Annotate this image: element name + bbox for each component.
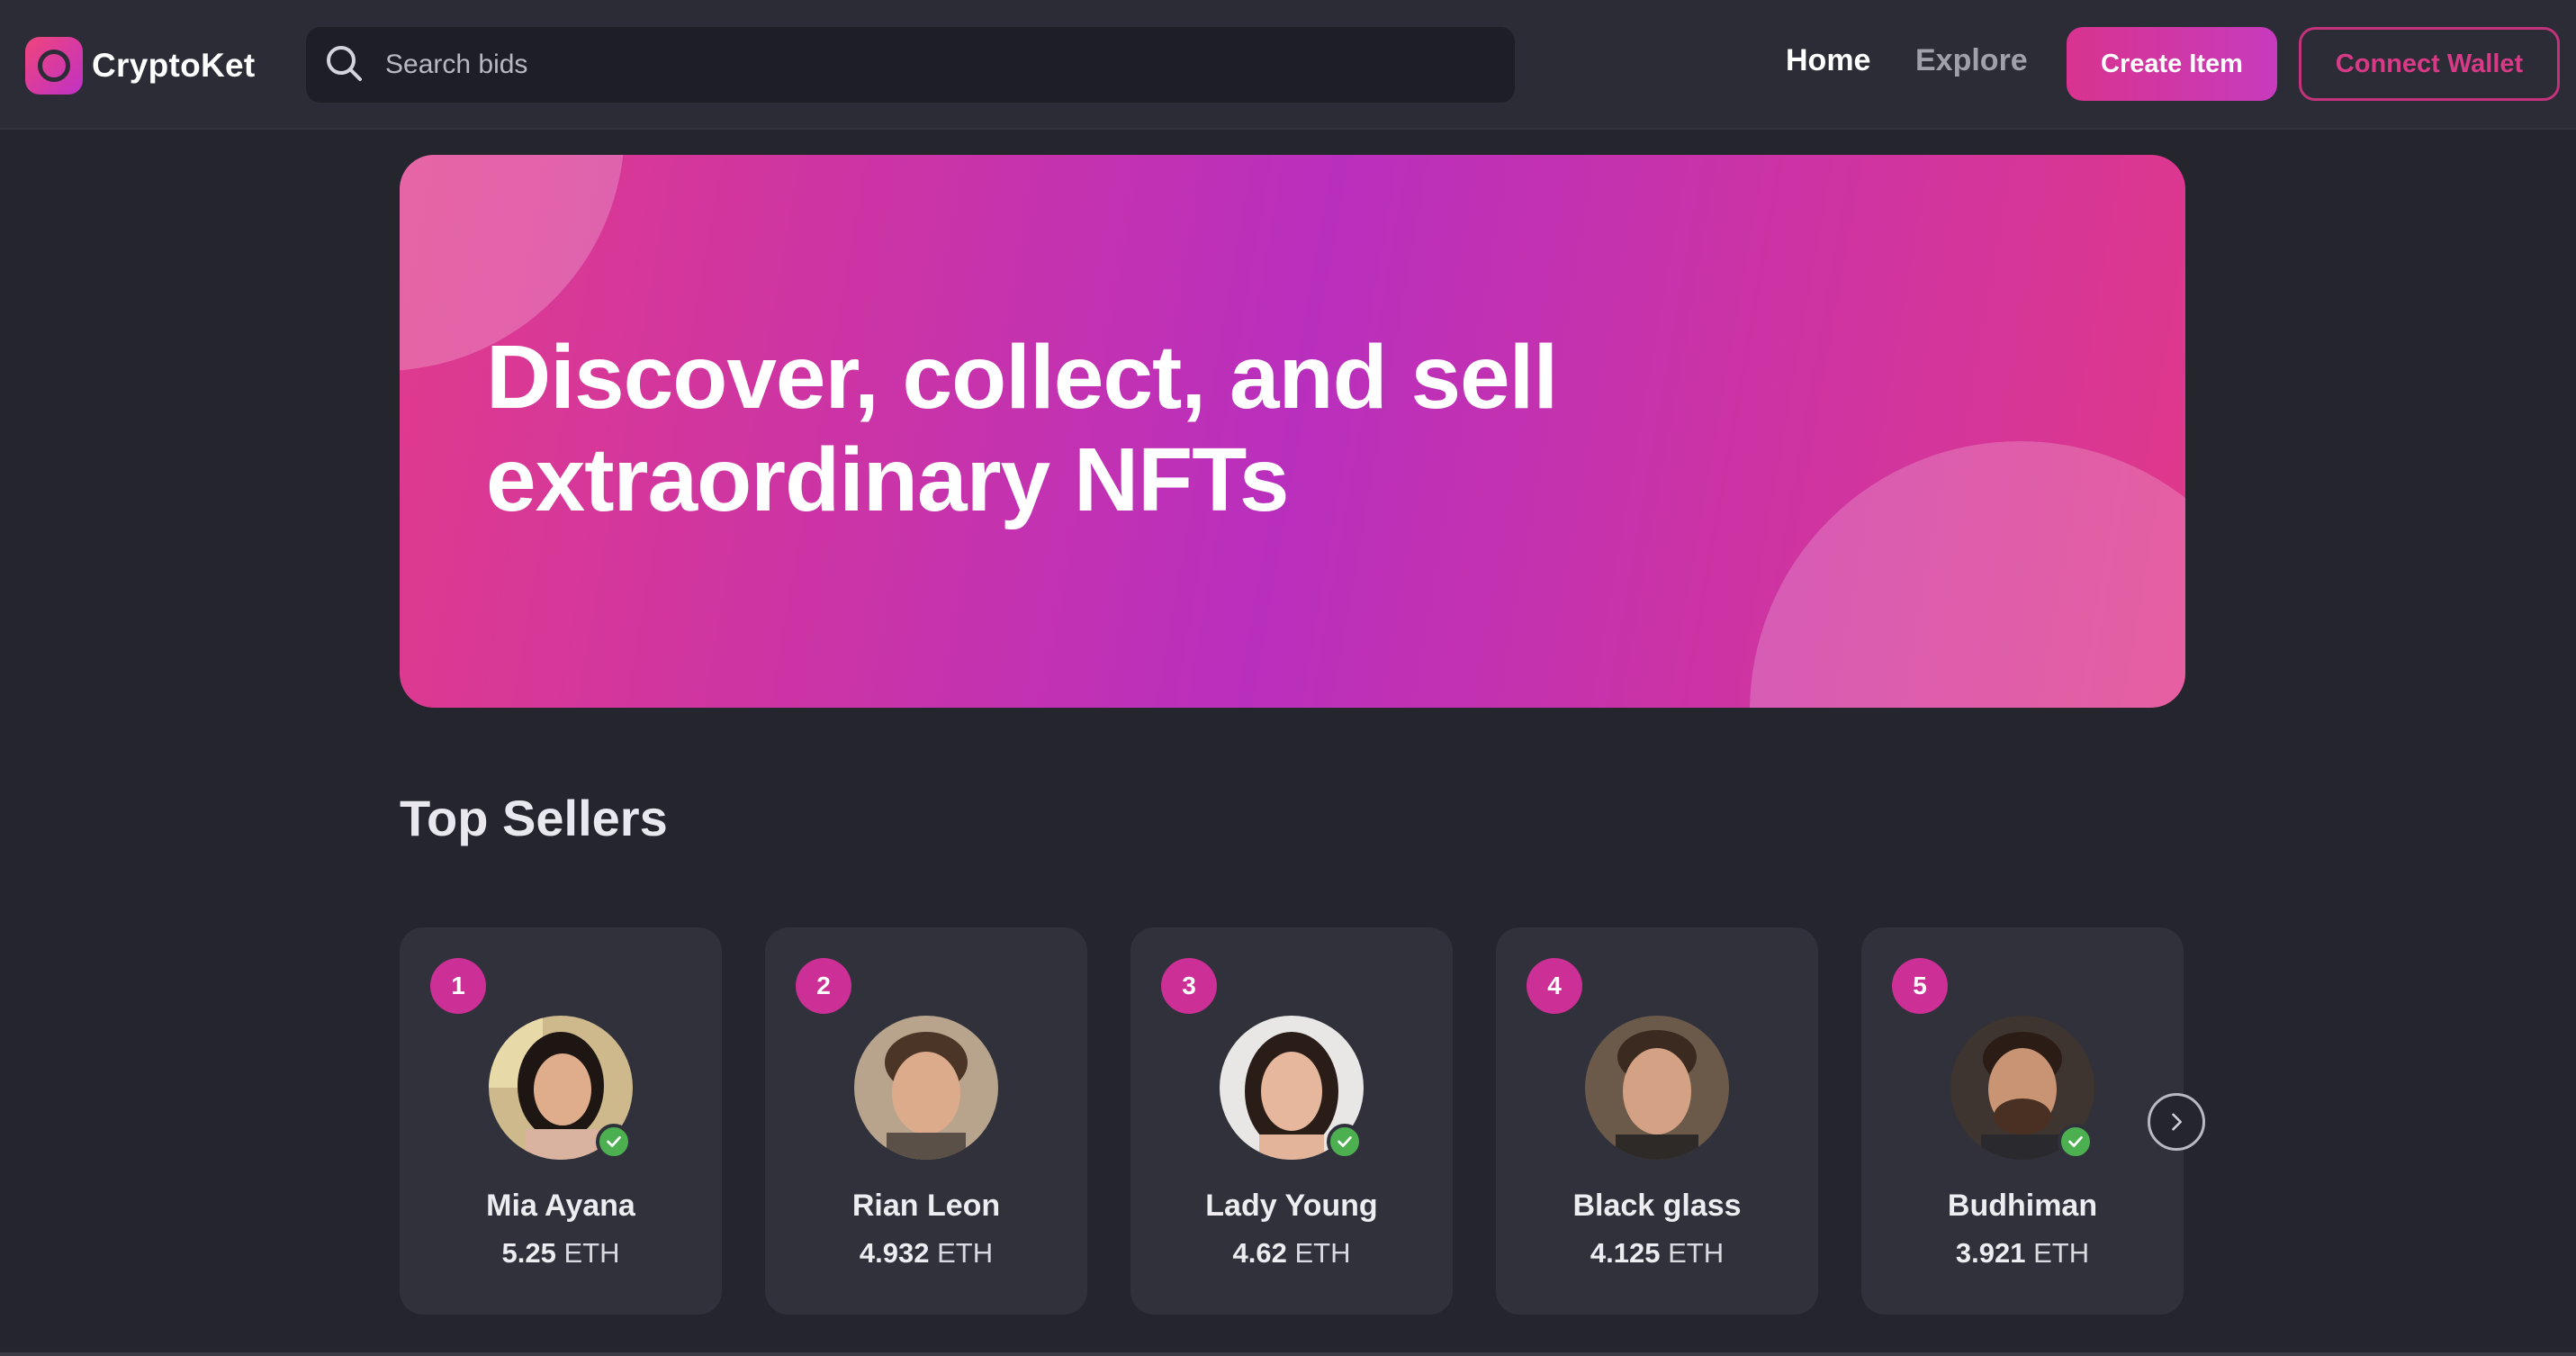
search-icon [322, 41, 365, 89]
search-input[interactable] [383, 49, 1464, 81]
seller-card[interactable]: 4 Black glass 4.125 ETH [1496, 927, 1818, 1315]
avatar [1585, 1016, 1729, 1160]
amount-currency: ETH [2033, 1237, 2090, 1269]
verified-badge-icon [596, 1124, 632, 1160]
rank-badge: 4 [1527, 958, 1582, 1014]
search-bar[interactable] [306, 27, 1515, 103]
seller-name: Mia Ayana [486, 1189, 635, 1223]
amount-value: 5.25 [501, 1237, 556, 1269]
rank-badge: 1 [430, 958, 486, 1014]
connect-wallet-button[interactable]: Connect Wallet [2299, 27, 2560, 101]
hero-title-line-2: extraordinary NFTs [486, 429, 1290, 530]
window-bottom-edge [0, 1352, 2576, 1356]
verified-badge-icon [1327, 1124, 1363, 1160]
seller-card[interactable]: 2 Rian Leon 4.932 ETH [765, 927, 1087, 1315]
top-sellers-list: 1 Mia Ayana 5.25 ETH 2 Rian Leon 4.932 E… [400, 927, 2185, 1315]
brand-name: CryptoKet [92, 47, 256, 84]
amount-value: 4.62 [1232, 1237, 1287, 1269]
seller-amount: 4.125 ETH [1496, 1237, 1818, 1270]
seller-amount: 4.62 ETH [1130, 1237, 1453, 1270]
seller-amount: 4.932 ETH [765, 1237, 1087, 1270]
seller-card[interactable]: 1 Mia Ayana 5.25 ETH [400, 927, 722, 1315]
amount-value: 4.932 [859, 1237, 930, 1269]
rank-badge: 3 [1161, 958, 1217, 1014]
nav-explore-link[interactable]: Explore [1915, 43, 2028, 78]
amount-currency: ETH [563, 1237, 620, 1269]
seller-name: Rian Leon [851, 1189, 1001, 1223]
seller-card[interactable]: 5 Budhiman 3.921 ETH [1861, 927, 2184, 1315]
seller-card[interactable]: 3 Lady Young 4.62 ETH [1130, 927, 1453, 1315]
seller-name: Black glass [1572, 1189, 1742, 1223]
hero-title: Discover, collect, and sell extraordinar… [486, 326, 1746, 531]
create-item-button[interactable]: Create Item [2067, 27, 2277, 101]
amount-currency: ETH [1294, 1237, 1351, 1269]
ring-logo-icon [25, 37, 83, 95]
verified-badge-icon [2058, 1124, 2094, 1160]
top-sellers-heading: Top Sellers [400, 790, 668, 846]
seller-amount: 3.921 ETH [1861, 1237, 2184, 1270]
seller-name: Budhiman [1947, 1189, 2098, 1223]
seller-name: Lady Young [1205, 1189, 1378, 1223]
avatar [854, 1016, 998, 1160]
rank-badge: 2 [796, 958, 851, 1014]
chevron-right-icon[interactable] [2148, 1093, 2205, 1151]
hero-banner: Discover, collect, and sell extraordinar… [400, 155, 2185, 708]
rank-badge: 5 [1892, 958, 1948, 1014]
amount-value: 4.125 [1590, 1237, 1661, 1269]
seller-amount: 5.25 ETH [400, 1237, 722, 1270]
amount-currency: ETH [937, 1237, 994, 1269]
hero-title-line-1: Discover, collect, and sell [486, 327, 1558, 428]
amount-currency: ETH [1668, 1237, 1725, 1269]
brand-logo[interactable]: CryptoKet [25, 37, 256, 95]
nav-home-link[interactable]: Home [1786, 43, 1870, 78]
decorative-circle [1750, 441, 2185, 708]
top-navbar: CryptoKet Home Explore Create Item Conne… [0, 0, 2576, 130]
amount-value: 3.921 [1955, 1237, 2026, 1269]
